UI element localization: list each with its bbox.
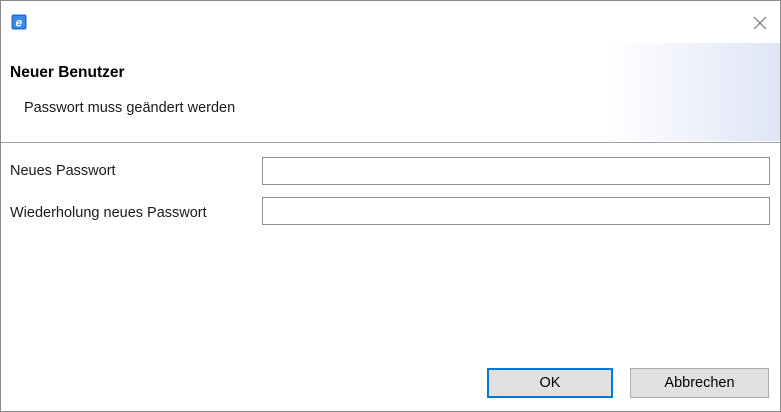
new-password-field[interactable] [262, 157, 770, 185]
dialog-header: Neuer Benutzer Passwort muss geändert we… [1, 43, 780, 141]
repeat-password-label: Wiederholung neues Passwort [10, 205, 207, 221]
svg-text:e: e [16, 16, 23, 30]
new-user-dialog: e Neuer Benutzer Passwort muss geändert … [0, 0, 781, 412]
cancel-button[interactable]: Abbrechen [630, 368, 769, 398]
close-icon[interactable] [750, 13, 770, 33]
title-bar: e [1, 1, 780, 43]
ok-button[interactable]: OK [487, 368, 613, 398]
dialog-title: Neuer Benutzer [10, 64, 125, 81]
app-logo-icon: e [11, 14, 27, 30]
header-separator [1, 142, 780, 143]
new-password-label: Neues Passwort [10, 163, 116, 179]
dialog-message: Passwort muss geändert werden [24, 100, 236, 116]
repeat-password-field[interactable] [262, 197, 770, 225]
